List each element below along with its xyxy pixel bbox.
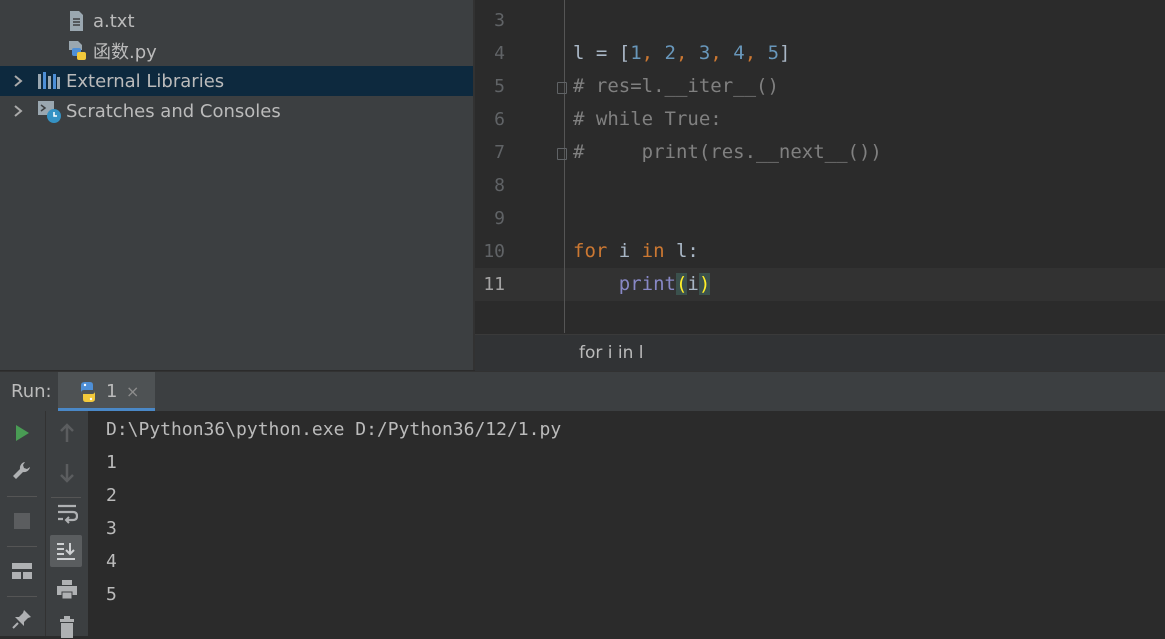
trash-icon[interactable]: [55, 615, 79, 639]
line-number: 3: [494, 10, 505, 31]
tree-item-scratches[interactable]: Scratches and Consoles: [0, 96, 473, 126]
run-label: Run:: [11, 381, 52, 402]
run-tool-window-header: Run: 1 ×: [0, 371, 1165, 412]
fold-marker-icon[interactable]: [557, 82, 567, 94]
console-line: 5: [106, 584, 117, 605]
console-line: 1: [106, 452, 117, 473]
chevron-right-icon[interactable]: [12, 103, 24, 119]
line-number: 8: [494, 175, 505, 196]
gutter-separator: [564, 0, 565, 333]
libraries-icon: [37, 71, 61, 91]
console-line: 3: [106, 518, 117, 539]
code-line-5: # res=l.__iter__(): [573, 75, 779, 97]
stop-icon[interactable]: [10, 509, 34, 533]
line-number: 4: [494, 43, 505, 64]
pin-icon[interactable]: [10, 607, 34, 631]
breadcrumb[interactable]: for i in l: [475, 334, 1165, 371]
tree-item-external-libraries[interactable]: External Libraries: [0, 66, 473, 96]
line-number: 6: [494, 109, 505, 130]
console-line: D:\Python36\python.exe D:/Python36/12/1.…: [106, 419, 562, 440]
line-number: 5: [494, 76, 505, 97]
tree-item-label: External Libraries: [66, 70, 225, 92]
console-output[interactable]: D:\Python36\python.exe D:/Python36/12/1.…: [88, 411, 1165, 636]
text-file-icon: [67, 10, 85, 32]
code-line-7: # print(res.__next__()): [573, 141, 882, 163]
run-toolbar-primary: [0, 411, 45, 636]
layout-icon[interactable]: [10, 559, 34, 583]
line-number: 9: [494, 208, 505, 229]
rerun-icon[interactable]: [10, 421, 34, 445]
run-tab[interactable]: 1 ×: [58, 372, 155, 412]
close-icon[interactable]: ×: [126, 382, 139, 401]
line-number-current: 11: [483, 274, 505, 295]
wrench-icon[interactable]: [10, 459, 34, 483]
breadcrumb-item[interactable]: for i in l: [579, 343, 644, 363]
code-editor[interactable]: 3 4 5 6 7 8 9 10 11 l = [1, 2, 3, 4, 5] …: [475, 0, 1165, 333]
line-number: 10: [483, 241, 505, 262]
scratches-icon: [37, 100, 63, 124]
tree-item-label: 函数.py: [93, 42, 157, 63]
code-line-11: print(i): [618, 273, 711, 295]
scroll-to-end-icon[interactable]: [50, 535, 82, 567]
run-tab-label: 1: [106, 381, 118, 402]
line-number: 7: [494, 142, 505, 163]
arrow-up-icon[interactable]: [55, 421, 79, 445]
python-file-icon: [68, 0, 88, 4]
fold-marker-icon[interactable]: [557, 148, 567, 160]
code-line-4: l = [1, 2, 3, 4, 5]: [573, 42, 791, 64]
print-icon[interactable]: [55, 578, 79, 602]
tree-item-label: a.txt: [93, 10, 135, 32]
arrow-down-icon[interactable]: [55, 461, 79, 485]
python-file-icon: [66, 40, 90, 62]
console-line: 4: [106, 551, 117, 572]
project-panel: a.txt 函数.py External Libraries Scratches…: [0, 0, 473, 370]
code-line-6: # while True:: [573, 108, 722, 130]
soft-wrap-icon[interactable]: [55, 501, 79, 525]
chevron-right-icon[interactable]: [12, 73, 24, 89]
python-icon: [77, 381, 99, 403]
tree-item-label: Scratches and Consoles: [66, 100, 281, 122]
console-line: 2: [106, 485, 117, 506]
tree-item-a-txt[interactable]: a.txt: [0, 6, 473, 36]
code-line-10: for i in l:: [573, 240, 699, 262]
run-toolbar-secondary: [45, 411, 88, 639]
tree-item-hanshu-py[interactable]: 函数.py: [0, 36, 473, 66]
